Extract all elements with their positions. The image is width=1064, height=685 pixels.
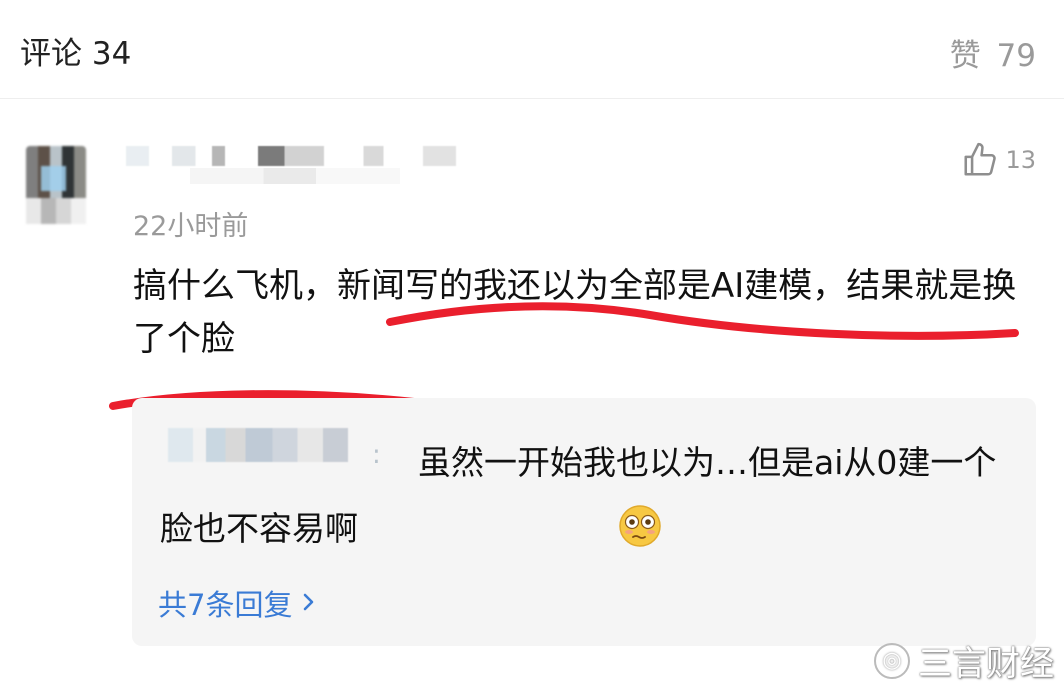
username-blurred-secondary [190, 168, 400, 184]
thumbs-up-icon [961, 141, 999, 179]
comment-like-count: 13 [1005, 146, 1036, 174]
reply-text-content: 虽然一开始我也以为…但是ai从0建一个脸也不容易啊 [160, 443, 997, 548]
comment-text: 搞什么飞机，新闻写的我还以为全部是AI建模，结果就是换了个脸 [133, 266, 1017, 359]
weibo-icon: ◎ [874, 642, 910, 679]
likes-count: 79 [996, 38, 1036, 74]
comments-count-label: 评论 34 [20, 36, 132, 72]
reply-text: 虽然一开始我也以为…但是ai从0建一个脸也不容易啊 [160, 430, 1000, 562]
avatar[interactable] [26, 146, 86, 224]
view-all-replies-link[interactable]: 共7条回复 [158, 582, 318, 624]
reply-count-label: 共7条回复 [158, 588, 293, 622]
watermark-text: 三言财经 [918, 644, 1054, 684]
flushed-face-emoji-icon [360, 504, 661, 548]
likes-label: 赞 [949, 38, 981, 74]
comments-header: 评论 34 赞 79 [0, 0, 1064, 99]
username-blurred[interactable] [126, 146, 456, 166]
likes-summary[interactable]: 赞 79 [944, 30, 1036, 75]
comment-timestamp: 22小时前 [133, 211, 249, 242]
weibo-watermark: ◎ 三言财经 [874, 636, 1054, 685]
comment-like-button[interactable]: 13 [961, 140, 1036, 180]
chevron-right-icon [300, 586, 318, 620]
